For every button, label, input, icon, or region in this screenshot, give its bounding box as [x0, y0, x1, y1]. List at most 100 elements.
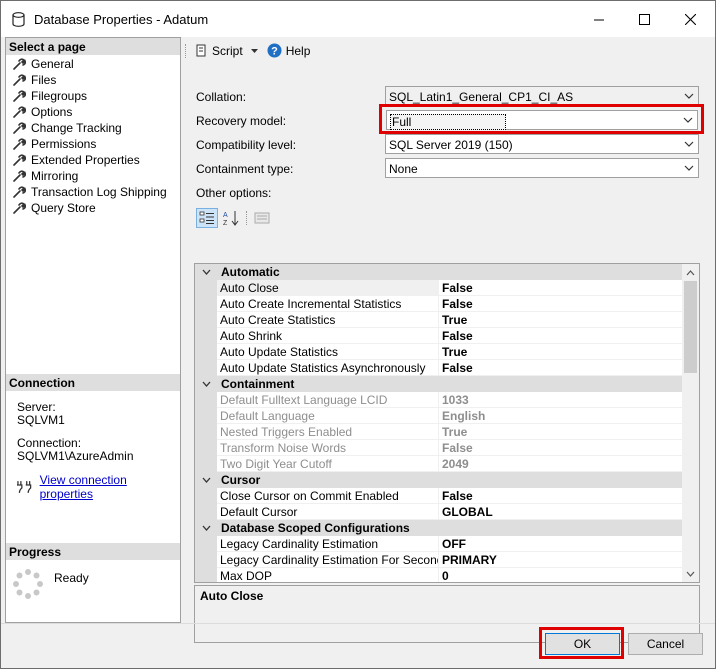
- progress-status: Ready: [12, 568, 89, 600]
- page-item-query-store[interactable]: Query Store: [6, 200, 180, 216]
- collapse-icon[interactable]: [199, 269, 213, 275]
- property-value[interactable]: 0: [439, 568, 682, 582]
- property-description-pane: Auto Close: [194, 585, 700, 643]
- view-connection-properties-link[interactable]: View connection properties: [40, 473, 180, 501]
- containment-select[interactable]: None: [385, 158, 699, 178]
- button-divider: [1, 623, 715, 624]
- collation-select[interactable]: SQL_Latin1_General_CP1_CI_AS: [385, 86, 699, 106]
- property-value[interactable]: False: [439, 328, 682, 344]
- property-row[interactable]: Auto Shrink False: [195, 328, 682, 344]
- page-item-transaction-log-shipping[interactable]: Transaction Log Shipping: [6, 184, 180, 200]
- options-panel: Script ? Help Collation: SQL_Latin1_Gene…: [183, 37, 711, 643]
- row-gutter: [195, 328, 217, 344]
- property-row[interactable]: Close Cursor on Commit Enabled False: [195, 488, 682, 504]
- property-row[interactable]: Auto Create Incremental Statistics False: [195, 296, 682, 312]
- collapse-icon[interactable]: [199, 477, 213, 483]
- page-item-permissions[interactable]: Permissions: [6, 136, 180, 152]
- collapse-icon[interactable]: [199, 381, 213, 387]
- compatibility-label: Compatibility level:: [196, 138, 297, 152]
- svg-text:A: A: [223, 212, 228, 219]
- toolbar: Script ? Help: [183, 37, 711, 64]
- property-value[interactable]: True: [439, 312, 682, 328]
- property-grid-scrollbar[interactable]: [682, 264, 699, 582]
- page-item-general[interactable]: General: [6, 56, 180, 72]
- property-row[interactable]: Auto Close False: [195, 280, 682, 296]
- property-value[interactable]: GLOBAL: [439, 504, 682, 520]
- help-button[interactable]: ? Help: [267, 43, 311, 58]
- property-row[interactable]: Auto Update Statistics True: [195, 344, 682, 360]
- scroll-down-button[interactable]: [682, 565, 699, 582]
- collapse-icon[interactable]: [199, 525, 213, 531]
- wrench-icon: [13, 202, 26, 214]
- property-row: Nested Triggers Enabled True: [195, 424, 682, 440]
- script-button[interactable]: Script: [194, 44, 259, 58]
- property-name: Auto Shrink: [217, 328, 439, 344]
- progress-ready-text: Ready: [54, 571, 89, 585]
- property-row[interactable]: Default Cursor GLOBAL: [195, 504, 682, 520]
- page-item-mirroring[interactable]: Mirroring: [6, 168, 180, 184]
- progress-header: Progress: [6, 543, 180, 560]
- property-row[interactable]: Max DOP 0: [195, 568, 682, 582]
- property-name: Auto Create Incremental Statistics: [217, 296, 439, 312]
- property-value[interactable]: True: [439, 344, 682, 360]
- property-row[interactable]: Legacy Cardinality Estimation For Second…: [195, 552, 682, 568]
- progress-spinner-icon: [13, 569, 43, 599]
- minimize-button[interactable]: [576, 1, 622, 37]
- page-item-label: Change Tracking: [31, 121, 122, 135]
- page-item-extended-properties[interactable]: Extended Properties: [6, 152, 180, 168]
- property-row[interactable]: Auto Update Statistics Asynchronously Fal…: [195, 360, 682, 376]
- wrench-icon: [13, 186, 26, 198]
- chevron-up-icon: [686, 269, 695, 275]
- property-name: Auto Update Statistics Asynchronously: [217, 360, 439, 376]
- categorized-icon: [199, 211, 214, 224]
- page-item-label: Extended Properties: [31, 153, 140, 167]
- recovery-model-highlight: [379, 104, 704, 134]
- property-row: Default Fulltext Language LCID 1033: [195, 392, 682, 408]
- property-value[interactable]: False: [439, 280, 682, 296]
- page-item-files[interactable]: Files: [6, 72, 180, 88]
- property-value[interactable]: False: [439, 360, 682, 376]
- maximize-button[interactable]: [621, 1, 667, 37]
- property-value[interactable]: False: [439, 488, 682, 504]
- property-row[interactable]: Legacy Cardinality Estimation OFF: [195, 536, 682, 552]
- property-value[interactable]: OFF: [439, 536, 682, 552]
- category-database-scoped-configurations[interactable]: Database Scoped Configurations: [195, 520, 682, 536]
- property-value: False: [439, 440, 682, 456]
- minimize-icon: [593, 19, 604, 20]
- close-button[interactable]: [667, 1, 713, 37]
- categorized-button[interactable]: [196, 208, 218, 228]
- maximize-icon: [638, 13, 650, 25]
- property-name: Auto Close: [217, 280, 439, 296]
- property-value[interactable]: PRIMARY: [439, 552, 682, 568]
- chevron-down-icon[interactable]: [250, 48, 259, 54]
- category-automatic[interactable]: Automatic: [195, 264, 682, 280]
- row-gutter: [195, 424, 217, 440]
- page-item-change-tracking[interactable]: Change Tracking: [6, 120, 180, 136]
- window-title: Database Properties - Adatum: [34, 12, 209, 27]
- property-row: Transform Noise Words False: [195, 440, 682, 456]
- cancel-button[interactable]: Cancel: [628, 633, 703, 655]
- page-item-label: Permissions: [31, 137, 97, 151]
- category-cursor[interactable]: Cursor: [195, 472, 682, 488]
- property-name: Max DOP: [217, 568, 439, 582]
- property-pages-button[interactable]: [251, 208, 273, 228]
- alphabetical-button[interactable]: A Z: [220, 208, 242, 228]
- server-value: SQLVM1: [17, 413, 65, 427]
- scrollbar-thumb[interactable]: [684, 281, 697, 373]
- compatibility-select[interactable]: SQL Server 2019 (150): [385, 134, 699, 154]
- help-icon: ?: [267, 43, 282, 58]
- category-label: Automatic: [221, 265, 280, 279]
- connection-info: Server: SQLVM1 Connection: SQLVM1\AzureA…: [17, 401, 134, 463]
- page-item-filegroups[interactable]: Filegroups: [6, 88, 180, 104]
- wrench-icon: [13, 58, 26, 70]
- scroll-up-button[interactable]: [682, 264, 699, 281]
- page-item-label: Files: [31, 73, 57, 87]
- property-value[interactable]: False: [439, 296, 682, 312]
- row-gutter: [195, 344, 217, 360]
- property-row[interactable]: Auto Create Statistics True: [195, 312, 682, 328]
- database-properties-window: Database Properties - Adatum Select a pa…: [0, 0, 716, 669]
- page-item-options[interactable]: Options: [6, 104, 180, 120]
- category-containment[interactable]: Containment: [195, 376, 682, 392]
- help-label: Help: [285, 43, 311, 58]
- page-item-label: General: [31, 57, 74, 71]
